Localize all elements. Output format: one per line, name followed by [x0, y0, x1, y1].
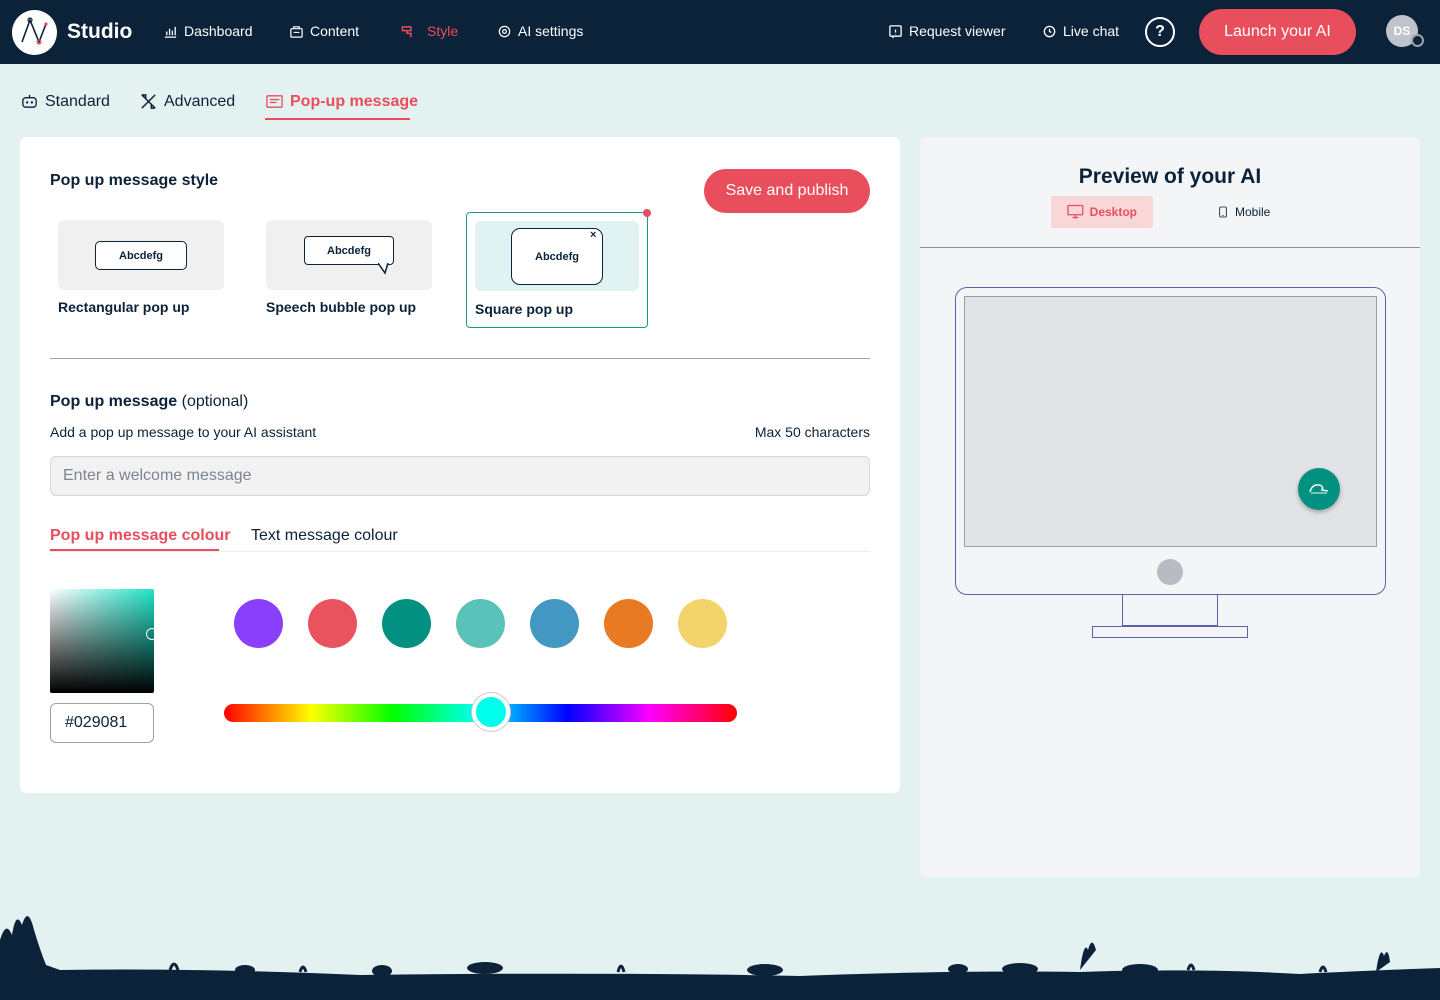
ai-settings-icon [498, 25, 511, 37]
studio-logo-icon[interactable] [12, 10, 57, 55]
preview-tab-desktop[interactable]: Desktop [1051, 196, 1153, 228]
style-option-speech-bubble[interactable]: Abcdefg Speech bubble pop up [266, 220, 436, 320]
colour-swatch[interactable] [456, 599, 505, 648]
nav-ai-settings[interactable]: AI settings [497, 23, 583, 39]
paint-icon [401, 25, 412, 37]
preview-tab-desktop-label: Desktop [1089, 205, 1137, 219]
live-chat-link[interactable]: Live chat [1042, 23, 1119, 39]
hue-slider-handle[interactable] [471, 693, 510, 731]
chart-icon [164, 26, 177, 38]
mobile-icon [1219, 206, 1227, 218]
popup-style-title: Pop up message style [50, 172, 219, 189]
brand-name: Studio [67, 20, 133, 43]
nav-dashboard[interactable]: Dashboard [163, 23, 253, 39]
preview-divider [920, 247, 1420, 248]
colour-swatch[interactable] [382, 599, 431, 648]
subtab-standard[interactable]: Standard [20, 92, 110, 111]
subtab-advanced[interactable]: Advanced [139, 92, 235, 111]
subtab-active-indicator [265, 118, 410, 120]
style-thumb-rectangular: Abcdefg [58, 220, 224, 290]
welcome-message-input[interactable] [50, 456, 870, 496]
save-and-publish-button[interactable]: Save and publish [704, 169, 870, 213]
style-label-speech-bubble: Speech bubble pop up [266, 299, 417, 315]
colour-tab-active-indicator [50, 549, 219, 551]
selected-indicator-dot [643, 209, 651, 217]
preview-tab-mobile-label: Mobile [1235, 205, 1271, 219]
popup-message-title: Pop up message (optional) [50, 393, 248, 411]
max-characters-hint: Max 50 characters [754, 424, 870, 440]
nav-dashboard-label: Dashboard [184, 23, 253, 39]
preview-panel: Preview of your AI Desktop Mobile [920, 137, 1420, 877]
style-label-rectangular: Rectangular pop up [58, 299, 190, 315]
live-chat-icon [1043, 25, 1056, 37]
top-navigation-bar: Studio Dashboard Content Style AI settin… [0, 0, 1440, 64]
help-button[interactable]: ? [1145, 17, 1175, 47]
tools-icon [141, 94, 156, 109]
colour-swatch[interactable] [530, 599, 579, 648]
content-icon [290, 25, 303, 38]
launch-ai-button[interactable]: Launch your AI [1199, 9, 1356, 55]
colour-swatch[interactable] [234, 599, 283, 648]
request-viewer-link[interactable]: Request viewer [888, 23, 1006, 39]
message-icon [266, 95, 283, 108]
monitor-stand-base [1092, 626, 1248, 638]
tab-text-message-colour[interactable]: Text message colour [251, 527, 398, 545]
subtab-popup-message[interactable]: Pop-up message [265, 92, 418, 111]
nav-content-label: Content [310, 23, 360, 39]
nav-style[interactable]: Style [397, 23, 458, 39]
hex-colour-input[interactable] [50, 703, 154, 743]
speech-bubble-popup-sample: Abcdefg [304, 236, 394, 265]
style-thumb-square: Abcdefg × [475, 221, 639, 291]
colour-swatch[interactable] [678, 599, 727, 648]
desktop-icon [1067, 204, 1084, 219]
monitor-power-button [1157, 559, 1183, 585]
saturation-value-handle[interactable] [146, 628, 158, 640]
rectangular-popup-sample: Abcdefg [95, 241, 187, 270]
colour-swatch[interactable] [308, 599, 357, 648]
nav-style-label: Style [427, 23, 459, 39]
tab-popup-message-colour[interactable]: Pop up message colour [50, 527, 230, 545]
nav-content[interactable]: Content [289, 23, 359, 39]
saturation-value-picker[interactable] [50, 589, 154, 693]
colour-tabs-baseline [50, 551, 870, 552]
chat-bubble-icon [1309, 484, 1329, 494]
nav-ai-settings-label: AI settings [518, 23, 584, 39]
square-popup-close-icon: × [590, 229, 597, 241]
subtab-standard-label: Standard [45, 92, 110, 110]
preview-tab-mobile[interactable]: Mobile [1201, 196, 1286, 228]
monitor-stand-neck [1122, 595, 1218, 626]
ai-launcher-button[interactable] [1298, 468, 1340, 510]
live-chat-label: Live chat [1063, 23, 1120, 39]
avatar-status-icon [1411, 34, 1424, 47]
style-option-rectangular[interactable]: Abcdefg Rectangular pop up [58, 220, 228, 320]
request-viewer-icon [889, 24, 902, 38]
request-viewer-label: Request viewer [909, 23, 1006, 39]
popup-message-title-bold: Pop up message [50, 393, 178, 410]
style-option-square[interactable]: Abcdefg × Square pop up [475, 221, 641, 321]
robot-icon [22, 94, 37, 108]
preview-title: Preview of your AI [1078, 165, 1262, 188]
style-label-square: Square pop up [475, 301, 573, 317]
popup-editor-card: Pop up message style Save and publish Ab… [20, 137, 900, 793]
section-divider [50, 358, 870, 359]
colour-swatch[interactable] [604, 599, 653, 648]
subtab-advanced-label: Advanced [164, 92, 236, 110]
popup-message-optional: (optional) [181, 393, 249, 410]
popup-message-subtitle: Add a pop up message to your AI assistan… [50, 424, 317, 440]
style-thumb-speech-bubble: Abcdefg [266, 220, 432, 290]
seabed-decoration-icon [0, 916, 1440, 1000]
subtab-popup-message-label: Pop-up message [290, 92, 419, 110]
speech-bubble-tail-icon [378, 263, 389, 275]
